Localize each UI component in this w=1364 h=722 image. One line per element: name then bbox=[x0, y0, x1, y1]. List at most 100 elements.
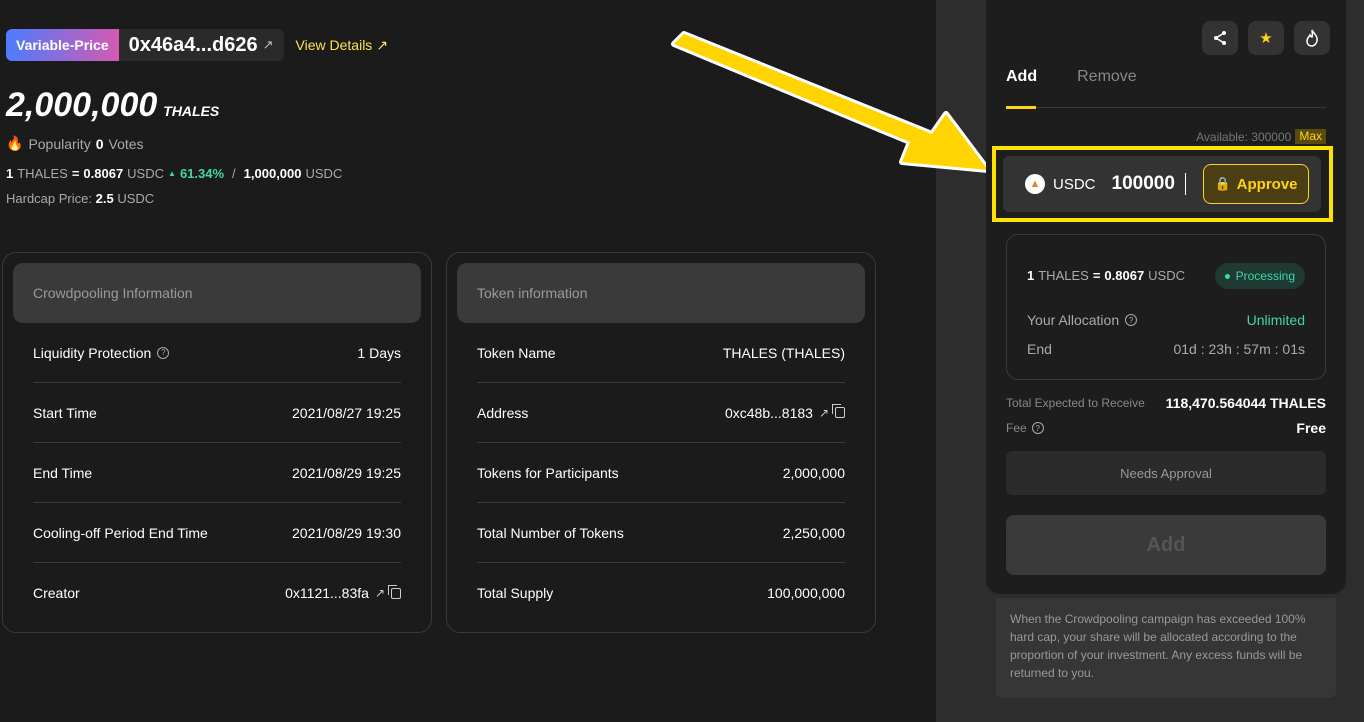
table-row: Token Name THALES (THALES) bbox=[477, 323, 845, 383]
cap-unit: USDC bbox=[305, 166, 343, 181]
crowdpooling-info-card: Crowdpooling Information Liquidity Prote… bbox=[2, 252, 432, 633]
table-row: Tokens for Participants 2,000,000 bbox=[477, 443, 845, 503]
hardcap-notice: When the Crowdpooling campaign has excee… bbox=[996, 598, 1336, 698]
external-link-icon[interactable]: ↗ bbox=[375, 586, 385, 600]
row-value: 2,000,000 bbox=[782, 464, 845, 481]
table-row: Start Time 2021/08/27 19:25 bbox=[33, 383, 401, 443]
price-token: THALES bbox=[17, 166, 68, 181]
status-badge: Processing bbox=[1214, 263, 1305, 289]
total-amount-value: 2,000,000 bbox=[6, 86, 158, 124]
table-row: Cooling-off Period End Time 2021/08/29 1… bbox=[33, 503, 401, 563]
view-details-label: View Details bbox=[295, 37, 373, 53]
fee-row: Fee? Free bbox=[1006, 420, 1326, 436]
allocation-label: Your Allocation bbox=[1027, 312, 1120, 328]
external-link-icon[interactable]: ↗ bbox=[263, 37, 274, 53]
tab-add[interactable]: Add bbox=[1006, 66, 1037, 109]
token-info-card: Token information Token Name THALES (THA… bbox=[446, 252, 876, 633]
add-button[interactable]: Add bbox=[1006, 515, 1326, 575]
table-row: Total Number of Tokens 2,250,000 bbox=[477, 503, 845, 563]
table-row: Liquidity Protection? 1 Days bbox=[33, 323, 401, 383]
row-label: Address bbox=[477, 404, 529, 421]
fire-icon: 🔥 bbox=[6, 135, 24, 151]
table-row: Address 0xc48b...8183 ↗ bbox=[477, 383, 845, 443]
pool-address-text: 0x46a4...d626 bbox=[128, 33, 258, 56]
table-row: End Time 2021/08/29 19:25 bbox=[33, 443, 401, 503]
pricing-type-badge: Variable-Price bbox=[6, 29, 119, 61]
view-details-link[interactable]: View Details ↗ bbox=[296, 37, 389, 54]
help-icon[interactable]: ? bbox=[1031, 422, 1044, 434]
hardcap-price: Hardcap Price: 2.5 USDC bbox=[6, 191, 154, 206]
help-icon[interactable]: ? bbox=[1125, 314, 1138, 326]
rate-token: THALES bbox=[1038, 268, 1089, 283]
flame-icon[interactable] bbox=[1294, 21, 1330, 55]
usdc-coin-icon: ▲ bbox=[1025, 174, 1045, 194]
price-line: 1 THALES = 0.8067 USDC ▲ 61.34% / 1,000,… bbox=[6, 166, 342, 181]
copy-icon[interactable] bbox=[388, 584, 401, 599]
status-dot-icon bbox=[1224, 273, 1230, 279]
token-address: 0xc48b...8183 bbox=[724, 404, 813, 421]
status-label: Processing bbox=[1235, 269, 1295, 283]
hardcap-value: 2.5 bbox=[95, 191, 114, 206]
cap-value: 1,000,000 bbox=[243, 166, 302, 181]
fee-label: Fee bbox=[1006, 421, 1027, 435]
coin-label: USDC bbox=[1053, 175, 1096, 193]
end-row: End 01d : 23h : 57m : 01s bbox=[1027, 341, 1305, 357]
crowdpooling-info-title: Crowdpooling Information bbox=[13, 263, 421, 323]
end-countdown: 01d : 23h : 57m : 01s bbox=[1173, 341, 1305, 357]
popularity-count: 0 bbox=[95, 135, 104, 152]
row-label: Creator bbox=[33, 585, 80, 601]
row-label: Total Supply bbox=[477, 585, 554, 601]
row-label: Liquidity Protection bbox=[33, 344, 152, 361]
arrow-up-right-icon: ↗ bbox=[376, 36, 389, 53]
help-icon[interactable]: ? bbox=[157, 346, 170, 359]
max-button[interactable]: Max bbox=[1295, 129, 1326, 144]
table-row: Total Supply 100,000,000 bbox=[477, 563, 845, 623]
panel-actions: ★ bbox=[1202, 21, 1330, 55]
total-amount-symbol: THALES bbox=[163, 103, 220, 119]
token-info-title: Token information bbox=[457, 263, 865, 323]
amount-input-box: ▲ USDC 🔒 Approve bbox=[1003, 156, 1321, 212]
creator-address: 0x1121...83fa bbox=[285, 585, 369, 601]
row-value: THALES (THALES) bbox=[722, 344, 845, 361]
receive-row: Total Expected to Receive 118,470.564044… bbox=[1006, 395, 1326, 411]
available-label: Available: 300000 bbox=[1196, 129, 1292, 144]
external-link-icon[interactable]: ↗ bbox=[819, 406, 829, 420]
price-value: 0.8067 bbox=[83, 166, 124, 181]
row-value: 2021/08/27 19:25 bbox=[292, 404, 401, 421]
price-unit: USDC bbox=[127, 166, 165, 181]
lock-icon: 🔒 bbox=[1214, 176, 1231, 191]
amount-input[interactable] bbox=[1111, 173, 1186, 195]
row-value: 2021/08/29 19:25 bbox=[292, 464, 401, 481]
panel-tabs: Add Remove bbox=[1006, 66, 1326, 109]
votes-label: Votes bbox=[108, 135, 144, 152]
total-amount: 2,000,000 THALES bbox=[6, 86, 219, 125]
allocation-value: Unlimited bbox=[1246, 312, 1305, 328]
share-icon[interactable] bbox=[1202, 21, 1238, 55]
pool-address[interactable]: 0x46a4...d626 ↗ bbox=[118, 29, 284, 61]
copy-icon[interactable] bbox=[832, 404, 845, 418]
available-balance: Available: 300000 Max bbox=[1196, 129, 1326, 144]
rate-unit: USDC bbox=[1148, 268, 1186, 283]
tab-remove[interactable]: Remove bbox=[1077, 66, 1137, 108]
fee-value: Free bbox=[1296, 420, 1326, 436]
hardcap-unit: USDC bbox=[117, 191, 155, 206]
row-label: Token Name bbox=[477, 344, 556, 361]
receive-value: 118,470.564044 THALES bbox=[1165, 395, 1326, 411]
hardcap-label: Hardcap Price: bbox=[6, 191, 92, 206]
rate-value: 0.8067 bbox=[1104, 268, 1145, 283]
needs-approval-button[interactable]: Needs Approval bbox=[1006, 451, 1326, 495]
row-label: Start Time bbox=[33, 404, 97, 421]
row-label: Cooling-off Period End Time bbox=[33, 524, 208, 541]
row-label: Total Number of Tokens bbox=[477, 524, 624, 541]
allocation-row: Your Allocation? Unlimited bbox=[1027, 312, 1305, 328]
star-icon[interactable]: ★ bbox=[1248, 21, 1284, 55]
popularity: 🔥 Popularity 0 Votes bbox=[6, 135, 144, 152]
price-one: 1 bbox=[6, 166, 14, 181]
triangle-up-icon: ▲ bbox=[168, 169, 176, 178]
row-value: 2021/08/29 19:30 bbox=[292, 524, 401, 541]
approve-label: Approve bbox=[1236, 175, 1298, 193]
row-label: End Time bbox=[33, 464, 93, 481]
rate-eq: = bbox=[1092, 268, 1101, 283]
rate-line: 1 THALES = 0.8067 USDC bbox=[1027, 268, 1185, 283]
approve-button[interactable]: 🔒 Approve bbox=[1203, 164, 1309, 204]
